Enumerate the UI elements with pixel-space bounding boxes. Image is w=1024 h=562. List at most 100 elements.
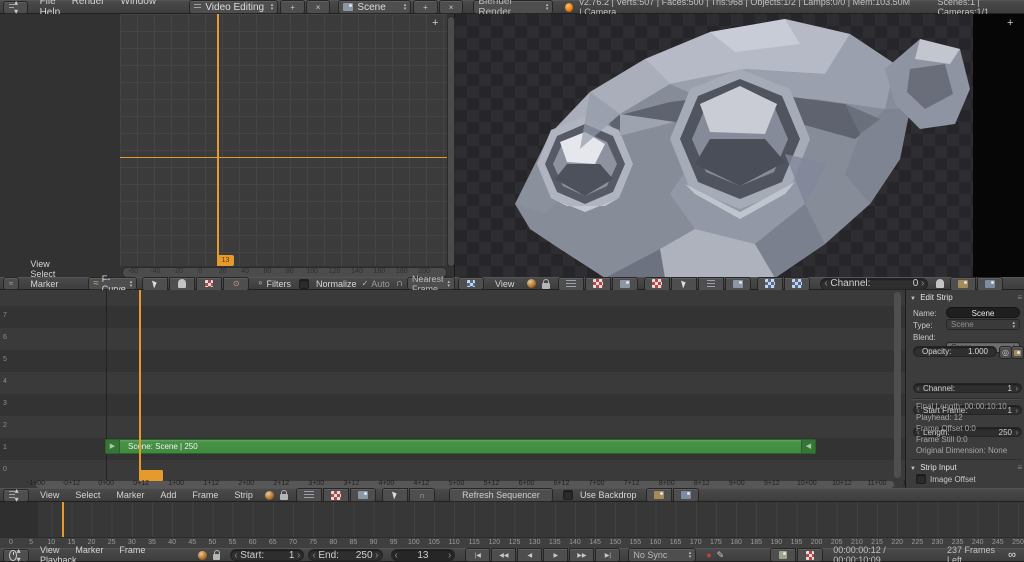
strip-left-handle[interactable]: ▶ (106, 440, 120, 453)
snap-tool-icon[interactable]: ∩ (409, 488, 435, 502)
menu-item[interactable]: Select (22, 269, 63, 279)
graph-grid[interactable] (120, 14, 447, 266)
timeline-area[interactable]: 0510152025303540455055606570758085909510… (0, 502, 1024, 548)
scene-select[interactable]: Scene▴ ▾ (338, 0, 411, 14)
sphere-icon[interactable] (198, 551, 206, 560)
keying-pencil-icon[interactable]: ✎ (717, 550, 725, 561)
play-reverse-button[interactable]: ◀ (517, 548, 542, 562)
scopes-icon[interactable] (977, 277, 1003, 291)
menu-item[interactable]: Strip (226, 490, 261, 500)
sync-mode-select[interactable]: No Sync▴ ▾ (628, 548, 696, 562)
previous-keyframe-button[interactable]: ◀◀ (491, 548, 516, 562)
add-layout-button[interactable]: + (280, 0, 305, 14)
sequencer-area[interactable]: 76543210 ▶ Scene: Scene | 250 ◀ -1+00-0+… (0, 290, 905, 488)
name-field[interactable]: Scene (946, 307, 1020, 318)
view-both-icon[interactable] (350, 488, 376, 502)
menu-item[interactable]: View (32, 490, 67, 500)
image-offset-row[interactable]: Image Offset (916, 474, 976, 484)
image-offset-checkbox[interactable] (916, 474, 926, 484)
view-sequence-icon[interactable] (296, 488, 322, 502)
view-preview-icon[interactable] (323, 488, 349, 502)
ghost-icon[interactable] (936, 279, 944, 288)
edit-icon[interactable] (673, 488, 699, 502)
normalize-checkbox[interactable] (299, 279, 309, 289)
start-frame-field[interactable]: Start:1 (230, 549, 304, 561)
preview-editor-type-icon[interactable] (458, 277, 484, 290)
sequencer-h-scrollbar[interactable]: -1+00-0+120+000+121+001+122+002+123+003+… (36, 481, 894, 488)
jump-to-end-button[interactable]: ▶| (595, 548, 620, 562)
sequencer-playhead[interactable] (139, 290, 141, 471)
auto-check-icon[interactable]: ✓ (362, 279, 369, 288)
checker-display-icon[interactable] (644, 277, 670, 291)
cursor-display-icon[interactable] (671, 277, 697, 291)
menu-item[interactable]: Render (64, 0, 113, 7)
keying-set-remove-icon[interactable] (797, 548, 823, 562)
menu-item[interactable]: View (22, 259, 57, 269)
menu-item[interactable]: Frame (184, 490, 226, 500)
sequencer-editor-type-icon[interactable]: ▴ ▾ (3, 489, 29, 502)
pivot-point-icon[interactable]: ⊙ (223, 277, 249, 291)
sphere-icon[interactable] (265, 491, 274, 500)
menu-item[interactable]: Marker (108, 490, 152, 500)
clipboard-display-icon[interactable] (698, 277, 724, 291)
snapshot-icon[interactable] (950, 277, 976, 291)
image-view-icon[interactable] (725, 277, 751, 291)
editor-type-icon[interactable]: ▴ ▾ (3, 1, 28, 14)
menu-item[interactable]: Marker (22, 279, 66, 289)
strip-input-panel-header[interactable]: ▼ Strip Input ≡ (910, 459, 1022, 472)
menu-item[interactable]: Playback (32, 555, 85, 562)
image-display-icon[interactable] (585, 277, 611, 291)
menu-item[interactable]: Select (67, 490, 108, 500)
delete-scene-button[interactable]: × (439, 0, 464, 14)
snap-mode-select[interactable]: Nearest Frame▴ ▾ (407, 277, 455, 290)
graph-playhead[interactable] (217, 14, 219, 266)
sequencer-v-scrollbar[interactable] (894, 292, 901, 478)
menu-item[interactable]: Add (152, 490, 184, 500)
scene-strip[interactable]: ▶ Scene: Scene | 250 ◀ (105, 439, 816, 454)
overlay-a-icon[interactable] (757, 277, 783, 291)
opacity-slider[interactable]: Opacity: 1.000 (913, 346, 997, 357)
menu-item[interactable]: Window (113, 0, 165, 7)
select-tool-icon[interactable] (382, 488, 408, 502)
channel-stepper[interactable]: Channel:1 (913, 383, 1022, 393)
transform-box-icon[interactable] (196, 277, 222, 291)
sphere-icon[interactable] (527, 279, 536, 288)
graph-channel-region[interactable] (0, 14, 120, 277)
lock-icon[interactable] (213, 554, 220, 560)
timeline-playhead[interactable] (62, 502, 64, 537)
current-frame-field[interactable]: 13 (391, 549, 456, 561)
graph-region-add-icon[interactable]: + (432, 17, 438, 29)
type-select[interactable]: Scene▴ ▾ (946, 319, 1020, 330)
sequence-display-icon[interactable] (558, 277, 584, 291)
filters-label[interactable]: Filters (267, 279, 292, 289)
preview-channel-stepper[interactable]: Channel:0 (820, 278, 928, 290)
add-scene-button[interactable]: + (413, 0, 438, 14)
end-frame-field[interactable]: End:250 (308, 549, 382, 561)
snap-magnet-icon[interactable]: ∩ (396, 278, 403, 289)
play-button[interactable]: ▶ (543, 548, 568, 562)
record-icon[interactable]: ● (706, 550, 711, 560)
panel-grip-icon[interactable]: ≡ (1017, 293, 1022, 302)
preview-area[interactable]: + (455, 14, 1024, 277)
ghost-curves-icon[interactable] (169, 277, 195, 291)
opacity-keyframe-icon[interactable] (1011, 346, 1024, 359)
grease-pencil-icon[interactable] (646, 488, 672, 502)
graph-mode-select[interactable]: ≈ F-Curve▴ ▾ (88, 277, 137, 290)
preview-display-icon[interactable] (612, 277, 638, 291)
menu-item[interactable]: View (32, 545, 67, 555)
graph-editor-type-icon[interactable]: ≈ (3, 277, 19, 290)
timeline-editor-type-icon[interactable]: ▴ ▾ (3, 549, 29, 562)
cursor-tool-icon[interactable] (142, 277, 168, 291)
render-engine-select[interactable]: Blender Render▴ ▾ (473, 0, 553, 14)
menu-item[interactable]: Frame (111, 545, 153, 555)
keying-set-add-icon[interactable] (770, 548, 796, 562)
menu-item[interactable]: Marker (67, 545, 111, 555)
overlay-b-icon[interactable] (784, 277, 810, 291)
delete-layout-button[interactable]: × (306, 0, 331, 14)
screen-layout-select[interactable]: Video Editing▴ ▾ (189, 0, 278, 14)
strip-right-handle[interactable]: ◀ (801, 440, 815, 453)
use-backdrop-checkbox[interactable] (563, 490, 573, 500)
edit-strip-panel-header[interactable]: ▼ Edit Strip ≡ (910, 293, 1022, 302)
graph-v-scrollbar[interactable] (447, 16, 455, 267)
jump-to-start-button[interactable]: |◀ (465, 548, 490, 562)
